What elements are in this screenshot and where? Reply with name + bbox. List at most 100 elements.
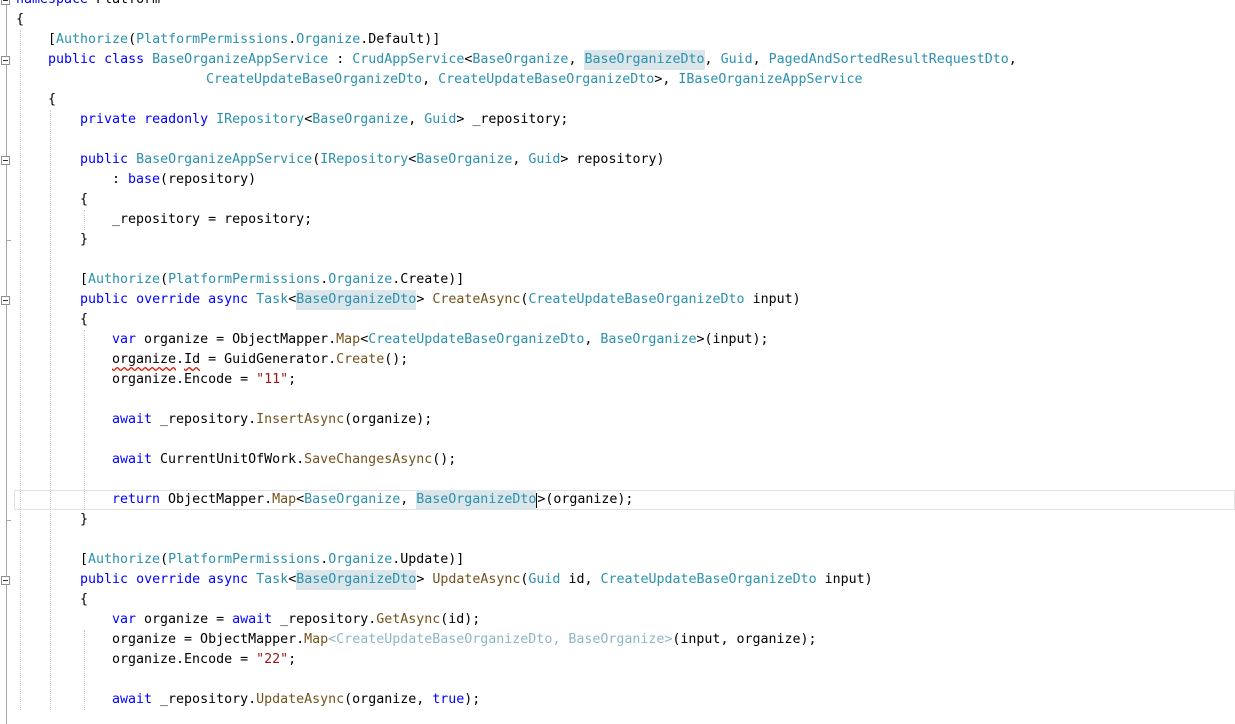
code-line[interactable]: _repository = repository; [112,210,312,230]
code-line[interactable]: { [80,310,88,330]
code-token: BaseOrganizeAppService [152,52,329,67]
collapse-toggle-icon[interactable] [1,576,10,585]
code-line[interactable]: { [16,10,24,30]
code-line[interactable]: organize.Encode = "11"; [112,370,296,390]
code-token: , [1008,52,1017,67]
code-token: , [422,72,439,87]
code-token: _repository. [152,692,257,707]
code-token: , [704,52,721,67]
code-token: (id); [440,612,481,627]
code-token: <CreateUpdateBaseOrganizeDto, BaseOrgani… [328,632,673,647]
code-token: > repository) [560,152,665,167]
code-line[interactable]: await CurrentUnitOfWork. SaveChangesAsync… [112,450,456,470]
code-token: { [16,12,25,27]
code-token: IRepository [320,152,409,167]
code-token: override [136,292,201,307]
code-token: IRepository [216,112,305,127]
code-line[interactable]: organize = ObjectMapper. Map <CreateUpdate… [112,630,817,650]
code-line[interactable]: return ObjectMapper. Map < BaseOrganize, Ba… [112,490,633,510]
code-line[interactable]: var organize = await _repository. GetAsyn… [112,610,480,630]
code-token: BaseOrganize [600,332,697,347]
collapse-toggle-icon[interactable] [1,156,10,165]
code-token: Create [336,352,385,367]
code-editor[interactable]: namespace Platform { [Authorize(PlatformPe… [0,0,1235,724]
code-line[interactable]: organize. Id = GuidGenerator. Create (); [112,350,408,370]
code-line[interactable]: : base (repository) [112,170,256,190]
code-token: (organize, [344,692,433,707]
code-token: (repository) [160,172,257,187]
code-token: public [80,152,129,167]
code-token: Map [272,492,297,507]
code-token: } [80,232,89,247]
code-line[interactable]: { [80,590,88,610]
code-token: ( [312,152,321,167]
code-token: < [408,152,417,167]
code-line[interactable]: namespace Platform [16,0,160,10]
code-token: . [320,272,329,287]
code-line[interactable]: [Authorize(PlatformPermissions. Organize.… [48,30,440,50]
code-line[interactable]: private readonly IRepository < BaseOrganiz… [80,110,568,130]
code-line[interactable]: CreateUpdateBaseOrganizeDto, CreateUpdat… [206,70,862,90]
code-token: BaseOrganize [312,112,409,127]
fold-end-marker [6,520,11,521]
code-line[interactable]: { [80,190,88,210]
collapse-toggle-icon[interactable] [1,296,10,305]
code-token: ; [288,372,297,387]
code-token: Guid [528,572,561,587]
code-token: . [176,352,185,367]
code-line[interactable]: organize.Encode = "22"; [112,650,296,670]
code-line[interactable]: public class BaseOrganizeAppService : Cr… [48,50,1017,70]
code-token: { [80,192,89,207]
code-token: > _repository; [456,112,569,127]
code-line[interactable]: var organize = ObjectMapper. Map < CreateUp… [112,330,769,350]
error-token: organize [112,352,177,367]
code-token: id, [560,572,601,587]
outline-line [6,4,7,724]
code-token: . [320,552,329,567]
code-line[interactable]: } [80,510,88,530]
collapse-toggle-icon[interactable] [1,0,10,5]
collapse-toggle-icon[interactable] [1,56,10,65]
code-token: < [288,572,297,587]
code-token: < [360,332,369,347]
code-line[interactable]: [Authorize(PlatformPermissions. Organize.… [80,270,464,290]
code-token: CreateUpdateBaseOrganizeDto [438,72,655,87]
code-line[interactable]: [Authorize(PlatformPermissions. Organize.… [80,550,464,570]
code-token: [ [80,272,89,287]
code-token: .Update)] [392,552,465,567]
code-line[interactable]: public override async Task < BaseOrganizeD… [80,570,873,590]
code-line[interactable]: { [48,90,56,110]
code-line[interactable]: public override async Task < BaseOrganizeD… [80,290,801,310]
code-token: BaseOrganizeDto [584,50,705,70]
code-token: CreateUpdateBaseOrganizeDto [528,292,745,307]
code-token: UpdateAsync [432,572,521,587]
code-token: var [112,612,137,627]
code-line[interactable]: await _repository. UpdateAsync (organize, … [112,690,480,710]
code-token: < [288,292,297,307]
code-token: InsertAsync [256,412,345,427]
code-token: > [416,292,433,307]
code-token: ( [160,552,169,567]
code-token: < [304,112,313,127]
code-token: GetAsync [376,612,441,627]
code-token: input) [744,292,801,307]
code-token: [ [80,552,89,567]
code-token: class [104,52,145,67]
code-token: { [80,592,89,607]
code-token: Map [304,632,329,647]
code-token: PlatformPermissions [168,552,321,567]
code-token: < [296,492,305,507]
code-token: UpdateAsync [256,692,345,707]
code-token: CurrentUnitOfWork. [152,452,305,467]
code-line[interactable]: public BaseOrganizeAppService(IRepositor… [80,150,664,170]
code-token: organize = [136,612,233,627]
code-line[interactable]: await _repository. InsertAsync (organize); [112,410,432,430]
code-line[interactable]: } [80,230,88,250]
